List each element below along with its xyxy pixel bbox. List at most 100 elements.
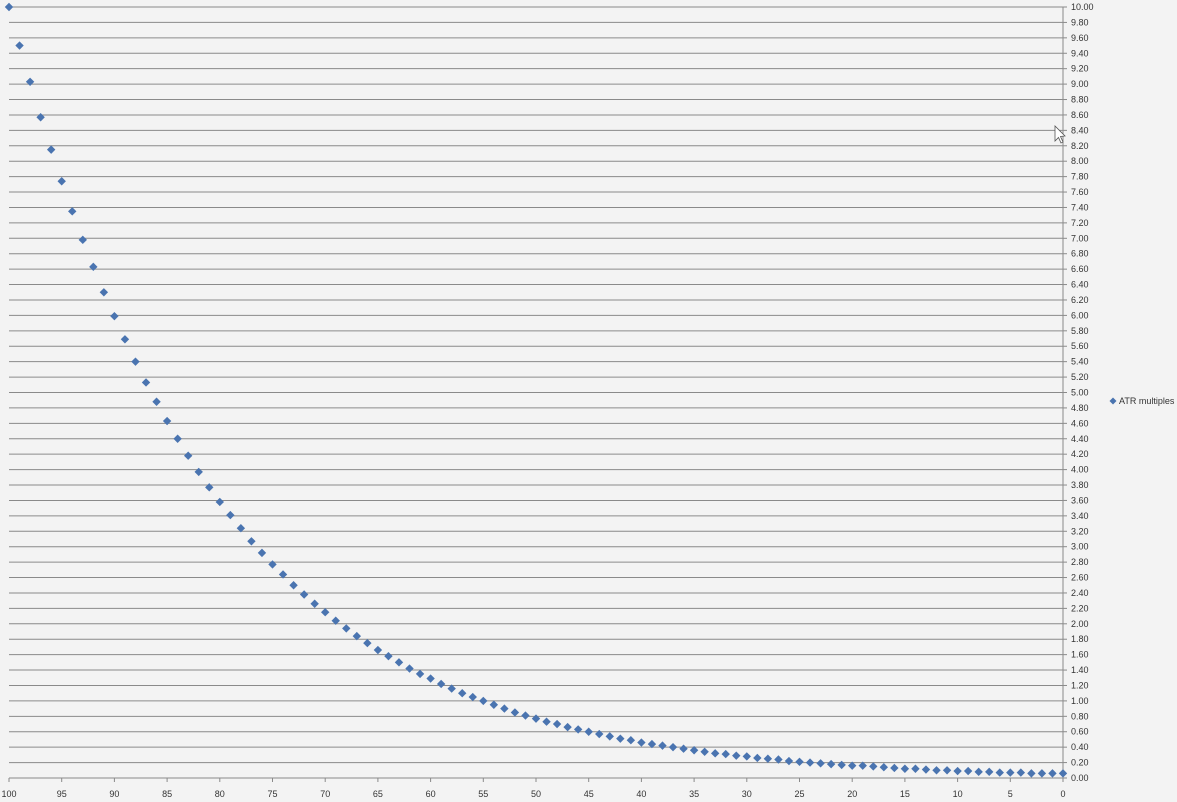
- x-tick-label: 85: [162, 789, 172, 799]
- x-tick-label: 45: [584, 789, 594, 799]
- y-tick-label: 5.40: [1071, 357, 1089, 367]
- x-tick-label: 55: [478, 789, 488, 799]
- x-tick-label: 90: [109, 789, 119, 799]
- data-point: [563, 722, 572, 732]
- data-point: [57, 177, 66, 186]
- y-tick-label: 3.20: [1071, 526, 1089, 536]
- data-point: [342, 624, 351, 633]
- data-point: [268, 560, 277, 569]
- y-tick-label: 6.80: [1071, 249, 1089, 259]
- x-tick-label: 15: [900, 789, 910, 799]
- y-tick-label: 3.00: [1071, 542, 1089, 552]
- data-point: [974, 767, 983, 777]
- data-point: [626, 736, 636, 745]
- data-point: [247, 537, 256, 546]
- scatter-chart: 0.00 0.20 0.40 0.60 0.80 1.00 1.20 1.40 1.60 1.80…: [1, 2, 1175, 799]
- y-tick-label: 5.20: [1071, 372, 1089, 382]
- data-point: [89, 262, 98, 272]
- data-point: [321, 608, 330, 617]
- legend-label: ATR multiples: [1119, 396, 1175, 406]
- data-point: [985, 767, 994, 777]
- data-point: [468, 692, 477, 702]
- y-tick-label: 6.00: [1071, 310, 1089, 320]
- data-point: [405, 664, 414, 673]
- data-point: [900, 764, 910, 773]
- x-tick-label: 60: [426, 789, 436, 799]
- data-point: [299, 590, 309, 599]
- data-point: [162, 416, 172, 426]
- y-tick-label: 1.40: [1071, 665, 1089, 675]
- data-point: [753, 753, 762, 763]
- y-tick-label: 9.20: [1071, 64, 1089, 74]
- x-tick-label: 65: [373, 789, 383, 799]
- y-tick-label: 6.60: [1071, 264, 1089, 274]
- data-point: [183, 451, 193, 460]
- y-tick-label: 3.60: [1071, 495, 1089, 505]
- y-tick-label: 5.80: [1071, 326, 1089, 336]
- data-point: [479, 696, 488, 706]
- data-point: [384, 651, 393, 661]
- y-tick-label: 2.80: [1071, 557, 1089, 567]
- data-point: [1016, 768, 1026, 777]
- y-tick-label: 8.80: [1071, 95, 1089, 105]
- y-tick-label: 2.60: [1071, 573, 1089, 583]
- y-tick-label: 1.60: [1071, 650, 1089, 660]
- y-tick-label: 0.00: [1071, 773, 1089, 783]
- x-tick-label: 30: [742, 789, 752, 799]
- x-tick-label: 95: [57, 789, 67, 799]
- data-point: [826, 759, 836, 769]
- y-tick-label: 2.00: [1071, 619, 1089, 629]
- y-tick-label: 7.80: [1071, 172, 1089, 182]
- x-tick-label: 5: [1008, 789, 1013, 799]
- data-point: [721, 749, 730, 759]
- x-tick-label: 35: [689, 789, 699, 799]
- gridlines: [9, 6, 1063, 779]
- y-tick-label: 2.20: [1071, 603, 1089, 613]
- data-point: [289, 581, 298, 590]
- y-tick-label: 6.20: [1071, 295, 1089, 305]
- data-point: [763, 754, 773, 763]
- data-point: [110, 311, 119, 321]
- y-tick-label: 9.40: [1071, 48, 1089, 58]
- data-point: [99, 288, 109, 297]
- data-point: [131, 357, 140, 366]
- x-tick-label: 40: [636, 789, 646, 799]
- data-point: [15, 41, 24, 50]
- x-tick-label: 10: [953, 789, 963, 799]
- y-tick-label: 5.00: [1071, 388, 1089, 398]
- data-point: [363, 638, 372, 648]
- data-point: [658, 741, 667, 750]
- y-tick-label: 4.00: [1071, 465, 1089, 475]
- data-point: [816, 759, 825, 768]
- data-point: [616, 734, 625, 743]
- y-axis: 0.00 0.20 0.40 0.60 0.80 1.00 1.20 1.40 1.60 1.80…: [1062, 2, 1094, 783]
- data-point: [795, 757, 804, 767]
- data-point: [679, 744, 688, 753]
- data-point: [46, 145, 56, 154]
- data-point: [700, 747, 709, 756]
- y-tick-label: 5.60: [1071, 341, 1089, 351]
- data-point: [953, 766, 962, 776]
- data-point: [1027, 769, 1036, 778]
- data-point: [120, 335, 130, 344]
- data-point: [1058, 769, 1068, 778]
- data-point: [710, 749, 720, 758]
- data-point: [78, 235, 87, 245]
- data-point: [784, 756, 794, 766]
- data-point: [373, 645, 383, 655]
- data-point: [573, 725, 583, 734]
- data-point: [141, 378, 151, 387]
- x-tick-label: 80: [215, 789, 225, 799]
- data-point: [911, 764, 920, 773]
- y-tick-label: 7.20: [1071, 218, 1089, 228]
- y-tick-label: 0.20: [1071, 758, 1089, 768]
- data-point: [194, 467, 203, 477]
- data-point: [732, 751, 741, 760]
- data-point: [805, 758, 815, 767]
- data-point: [584, 727, 593, 736]
- y-tick-label: 4.40: [1071, 434, 1089, 444]
- y-tick-label: 6.40: [1071, 280, 1089, 290]
- data-point: [436, 679, 446, 689]
- data-point: [637, 738, 646, 747]
- data-point: [521, 711, 530, 720]
